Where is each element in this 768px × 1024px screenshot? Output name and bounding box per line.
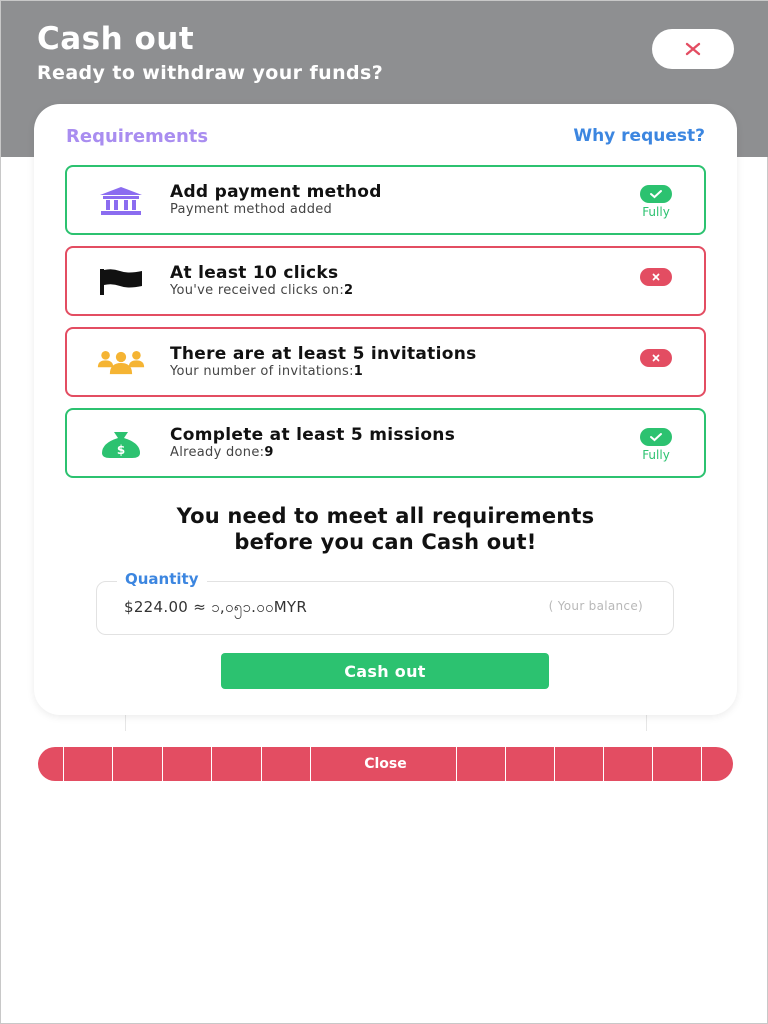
requirement-name: At least 10 clicks xyxy=(170,263,339,283)
quantity-value: $224.00 ≈ ၁,၀၅၁.၀၀MYR xyxy=(124,598,308,616)
check-icon xyxy=(640,185,672,203)
bar-divider xyxy=(554,747,555,781)
close-icon xyxy=(685,42,701,56)
status-badge: Fully xyxy=(638,428,674,462)
svg-text:$: $ xyxy=(117,443,125,457)
requirement-detail: Payment method added xyxy=(170,202,333,217)
page-title: Cash out xyxy=(37,21,195,57)
close-label: Close xyxy=(364,756,407,772)
status-badge xyxy=(638,268,674,286)
page-subtitle: Ready to withdraw your funds? xyxy=(37,62,384,84)
bar-divider xyxy=(63,747,64,781)
flag-icon xyxy=(97,265,145,299)
users-icon xyxy=(97,346,145,380)
requirement-card-missions: $ Complete at least 5 missions Already d… xyxy=(65,408,706,478)
bar-divider xyxy=(603,747,604,781)
requirement-detail: You've received clicks on:2 xyxy=(170,283,354,298)
requirement-detail: Your number of invitations:1 xyxy=(170,364,364,379)
status-text: Fully xyxy=(642,205,670,219)
requirement-name: There are at least 5 invitations xyxy=(170,344,477,364)
requirement-card-payment-method: Add payment method Payment method added … xyxy=(65,165,706,235)
warning-line-1: You need to meet all requirements xyxy=(176,504,595,528)
status-badge: Fully xyxy=(638,185,674,219)
cashout-button[interactable]: Cash out xyxy=(221,653,549,689)
bank-icon xyxy=(97,184,145,218)
status-badge xyxy=(638,349,674,367)
close-dialog-button[interactable] xyxy=(652,29,734,69)
bar-divider xyxy=(112,747,113,781)
check-icon xyxy=(640,428,672,446)
requirement-detail: Already done:9 xyxy=(170,445,274,460)
bar-divider xyxy=(505,747,506,781)
requirement-name: Complete at least 5 missions xyxy=(170,425,456,445)
requirements-title: Requirements xyxy=(66,126,209,147)
bar-divider xyxy=(162,747,163,781)
cross-icon xyxy=(640,349,672,367)
bar-divider xyxy=(310,747,311,781)
close-button[interactable]: Close xyxy=(38,747,733,781)
warning-line-2: before you can Cash out! xyxy=(234,530,537,554)
why-request-link[interactable]: Why request? xyxy=(573,126,705,146)
bar-divider xyxy=(211,747,212,781)
bar-divider xyxy=(261,747,262,781)
bar-divider xyxy=(652,747,653,781)
requirement-name: Add payment method xyxy=(170,182,382,202)
cross-icon xyxy=(640,268,672,286)
balance-hint: ( Your balance) xyxy=(548,599,643,613)
quantity-field[interactable]: Quantity $224.00 ≈ ၁,၀၅၁.၀၀MYR ( Your ba… xyxy=(96,570,674,635)
cashout-modal: Requirements Why request? Add payment me… xyxy=(34,104,737,715)
requirement-card-invitations: There are at least 5 invitations Your nu… xyxy=(65,327,706,397)
requirements-warning: You need to meet all requirements before… xyxy=(34,503,737,555)
money-bag-icon: $ xyxy=(97,427,145,461)
bar-divider xyxy=(701,747,702,781)
bar-divider xyxy=(456,747,457,781)
quantity-label: Quantity xyxy=(117,570,207,588)
requirement-card-clicks: At least 10 clicks You've received click… xyxy=(65,246,706,316)
status-text: Fully xyxy=(642,448,670,462)
